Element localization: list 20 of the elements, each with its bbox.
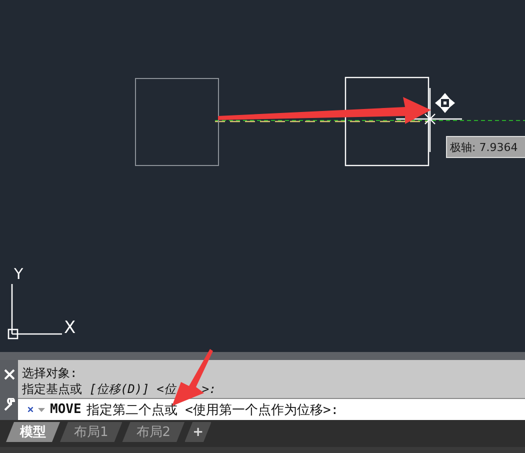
command-line-field[interactable]: MOVE 指定第二个点或 <使用第一个点作为位移>: bbox=[18, 398, 525, 420]
move-cursor-icon bbox=[435, 93, 455, 113]
ucs-axes-icon bbox=[8, 284, 62, 340]
axis-label: X bbox=[64, 318, 76, 338]
command-history-text: >: bbox=[202, 382, 216, 396]
command-panel-grip[interactable] bbox=[0, 352, 525, 360]
polar-tooltip: 极轴: 7.9364 bbox=[446, 136, 525, 158]
close-icon[interactable] bbox=[28, 407, 33, 412]
caret-icon[interactable] bbox=[38, 408, 45, 412]
layout-tab[interactable]: 布局1 bbox=[60, 422, 122, 442]
command-history-line: 选择对象: bbox=[22, 366, 78, 380]
add-tab-button[interactable]: + bbox=[184, 422, 212, 442]
wrench-icon[interactable] bbox=[2, 398, 16, 411]
command-name: MOVE bbox=[50, 402, 82, 417]
crosshair-cursor-icon bbox=[396, 88, 462, 152]
layout-tab[interactable]: 模型 bbox=[6, 422, 60, 442]
axis-label: Y bbox=[14, 265, 24, 283]
layout-tab[interactable]: 布局2 bbox=[122, 422, 185, 442]
command-history-line: 指定基点或 [位移(D)] <位 bbox=[22, 382, 176, 396]
command-prompt: 指定第二个点或 <使用第一个点作为位移>: bbox=[86, 402, 339, 418]
